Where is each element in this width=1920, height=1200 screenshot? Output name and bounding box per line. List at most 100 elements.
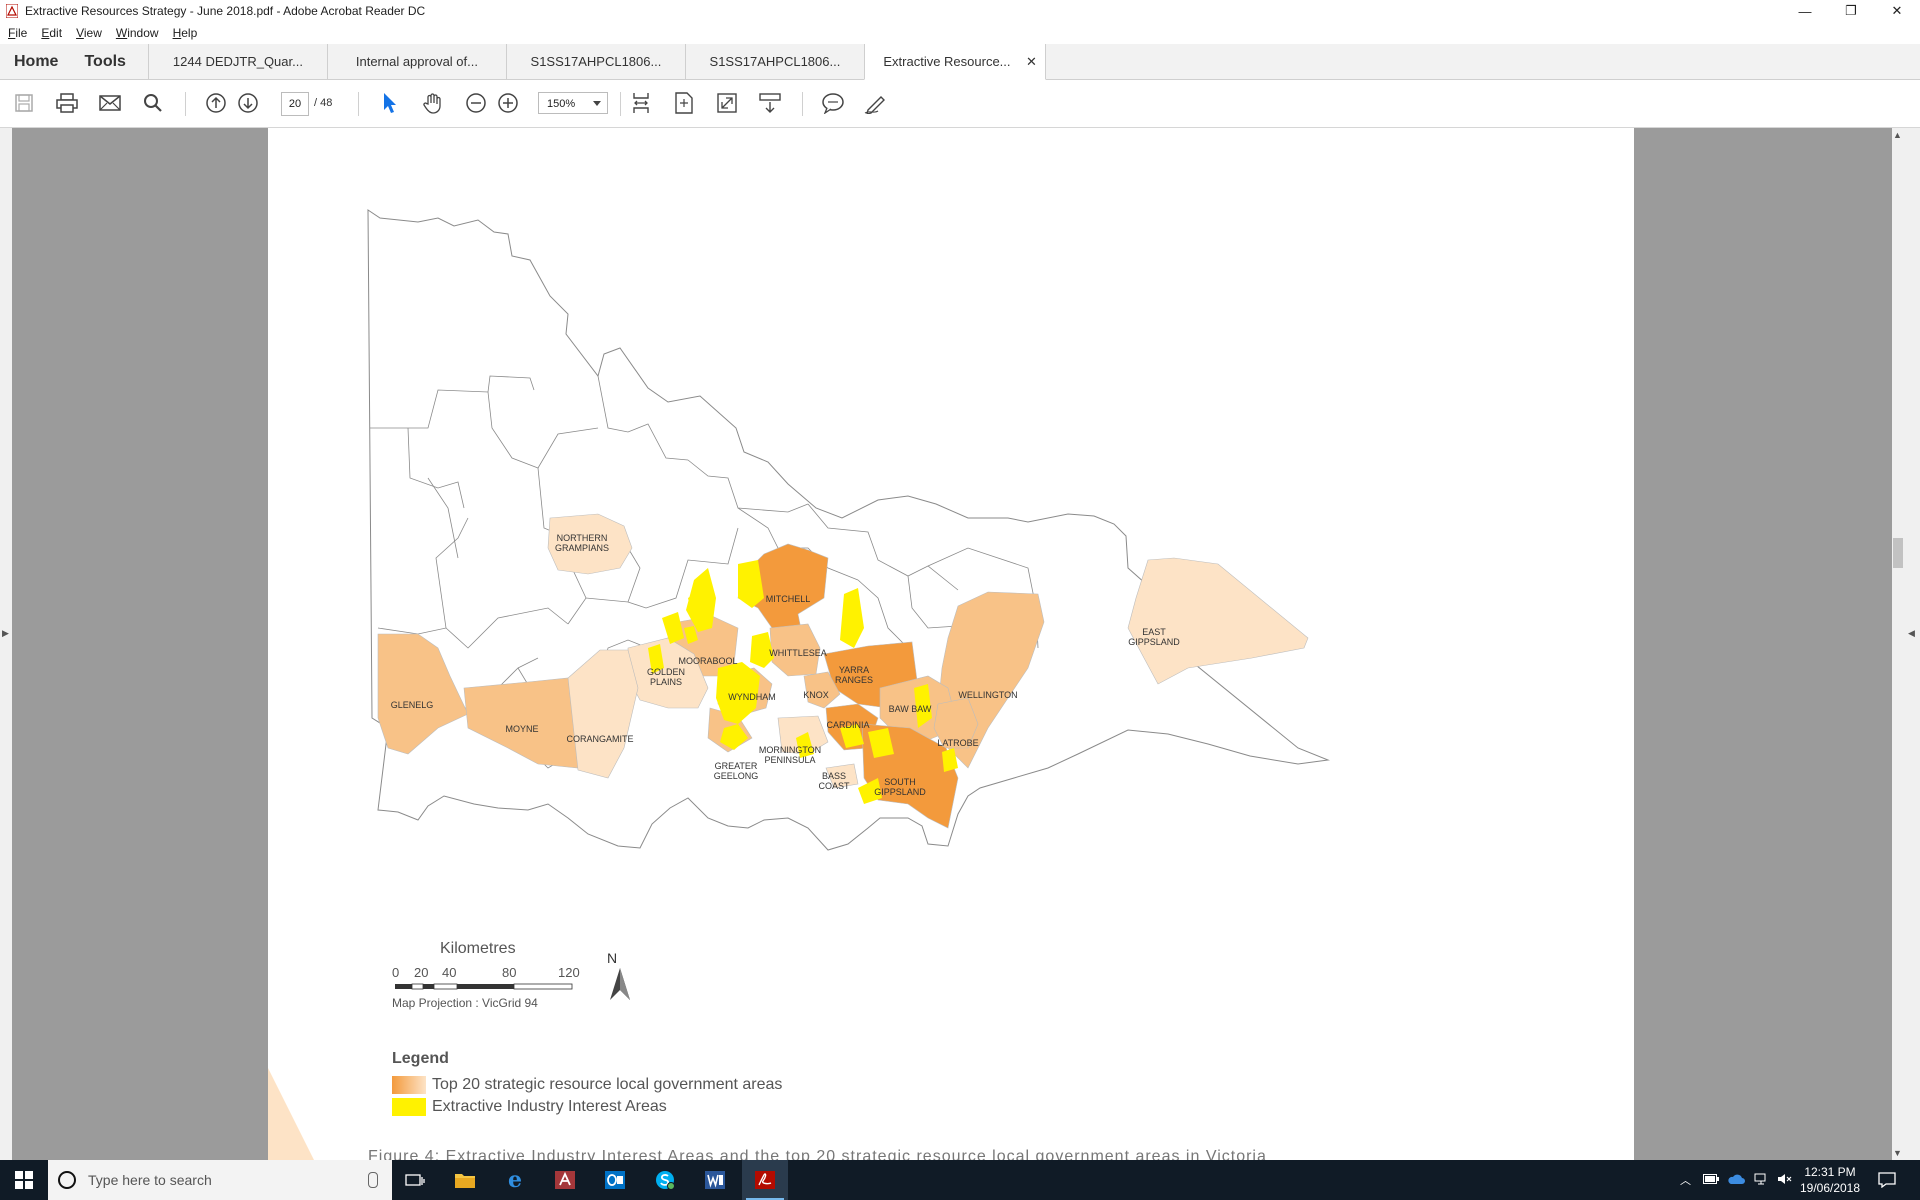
zoom-in-icon[interactable]	[496, 91, 520, 115]
scroll-mode-icon[interactable]	[758, 91, 782, 115]
select-cursor-icon[interactable]	[378, 91, 402, 115]
document-tab[interactable]: Internal approval of...	[326, 44, 506, 79]
tab-tools[interactable]: Tools	[70, 44, 147, 79]
lga-label: YARRA RANGES	[835, 665, 873, 685]
scale-tick-label: 0	[392, 965, 400, 980]
lga-label-line: MITCHELL	[766, 594, 811, 604]
close-tab-icon[interactable]: ✕	[1026, 54, 1037, 70]
task-view-icon[interactable]	[392, 1160, 438, 1200]
chevron-left-icon: ◀	[1908, 628, 1915, 638]
lga-label: WHITTLESEA	[769, 648, 827, 658]
lga-label: WYNDHAM	[728, 692, 776, 702]
file-explorer-icon[interactable]	[442, 1160, 488, 1200]
page-up-icon[interactable]	[204, 91, 228, 115]
page-down-icon[interactable]	[236, 91, 260, 115]
lga-label-line: EAST	[1142, 627, 1166, 637]
search-icon[interactable]	[141, 91, 165, 115]
document-tab-label: 1244 DEDJTR_Quar...	[172, 54, 303, 69]
word-icon[interactable]	[692, 1160, 738, 1200]
north-label: N	[607, 950, 618, 966]
document-tab[interactable]: S1SS17AHPCL1806...	[684, 44, 864, 79]
network-icon[interactable]	[1753, 1172, 1769, 1189]
lga-label: GREATER GEELONG	[714, 761, 759, 781]
document-tab-label: S1SS17AHPCL1806...	[530, 54, 662, 69]
menu-edit[interactable]: Edit	[33, 26, 68, 40]
clock-date: 19/06/2018	[1799, 1181, 1861, 1195]
microphone-icon[interactable]	[368, 1172, 378, 1188]
notifications-icon[interactable]	[1864, 1160, 1910, 1200]
toolbar-separator	[620, 92, 621, 116]
lga-label-line: GIPPSLAND	[874, 787, 926, 797]
menu-window[interactable]: Window	[108, 26, 165, 40]
lga-label-line: RANGES	[835, 675, 873, 685]
menu-view[interactable]: View	[68, 26, 108, 40]
save-icon[interactable]	[12, 91, 36, 115]
menu-bar: File Edit View Window Help	[0, 22, 1920, 45]
close-window-button[interactable]: ✕	[1874, 0, 1920, 22]
lga-label-line: GOLDEN	[647, 667, 685, 677]
access-icon[interactable]	[542, 1160, 588, 1200]
legend-label: Top 20 strategic resource local governme…	[432, 1076, 783, 1093]
legend-swatch-interest	[392, 1098, 426, 1116]
page-number-input[interactable]: 20	[281, 92, 309, 116]
comment-icon[interactable]	[821, 91, 845, 115]
menu-help[interactable]: Help	[165, 26, 204, 40]
scale-tick-label: 20	[414, 965, 429, 980]
right-panel-toggle[interactable]: ◀	[1904, 128, 1920, 1160]
vertical-scrollbar[interactable]: ▲ ▼	[1892, 128, 1904, 1160]
lga-label: BASS COAST	[818, 771, 850, 791]
start-button[interactable]	[0, 1160, 48, 1200]
zoom-out-icon[interactable]	[464, 91, 488, 115]
skype-icon[interactable]	[642, 1160, 688, 1200]
scale-tick-label: 80	[502, 965, 517, 980]
battery-icon[interactable]	[1703, 1173, 1719, 1187]
lga-label-line: MOYNE	[505, 724, 538, 734]
hand-icon[interactable]	[421, 91, 445, 115]
fit-page-icon[interactable]	[672, 91, 696, 115]
chevron-up-icon[interactable]: ︿	[1680, 1172, 1691, 1188]
taskbar-search[interactable]: Type here to search	[48, 1160, 392, 1200]
lga-label-line: PENINSULA	[764, 755, 815, 765]
sign-icon[interactable]	[864, 91, 888, 115]
document-viewport[interactable]: ▶ NORTHERN GRAMPIANS MITCHELL EAST GIPPSLAND…	[0, 128, 1920, 1160]
lga-label-line: MOORABOOL	[678, 656, 737, 666]
restore-button[interactable]: ❐	[1828, 0, 1874, 22]
lga-label: BAW BAW	[889, 704, 932, 714]
lga-label-line: SOUTH	[884, 777, 916, 787]
document-tab[interactable]: S1SS17AHPCL1806...	[505, 44, 685, 79]
edge-icon[interactable]: e	[492, 1160, 538, 1200]
lga-label: MOYNE	[505, 724, 538, 734]
print-icon[interactable]	[55, 91, 79, 115]
minimize-button[interactable]: —	[1782, 0, 1828, 22]
document-tab[interactable]: 1244 DEDJTR_Quar...	[147, 44, 327, 79]
zoom-dropdown[interactable]: 150%	[538, 92, 608, 114]
scroll-down-icon[interactable]: ▼	[1893, 1148, 1902, 1158]
zoom-value: 150%	[547, 98, 576, 110]
lga-label: GOLDEN PLAINS	[647, 667, 685, 687]
lga-label: MORNINGTON PENINSULA	[759, 745, 821, 765]
outlook-icon[interactable]	[592, 1160, 638, 1200]
fit-width-icon[interactable]	[629, 91, 653, 115]
legend-title: Legend	[392, 1050, 449, 1067]
tab-home[interactable]: Home	[0, 44, 70, 79]
email-icon[interactable]	[98, 91, 122, 115]
window-title: Extractive Resources Strategy - June 201…	[25, 4, 426, 18]
taskbar-clock[interactable]: 12:31 PM 19/06/2018	[1790, 1164, 1870, 1196]
lga-label: WELLINGTON	[958, 690, 1017, 700]
onedrive-icon[interactable]	[1727, 1173, 1745, 1188]
menu-file[interactable]: File	[0, 26, 33, 40]
system-tray: ︿	[1680, 1160, 1801, 1200]
scrollbar-thumb[interactable]	[1893, 538, 1903, 568]
scale-bar	[395, 983, 573, 990]
legend-swatch-strategic	[392, 1076, 426, 1094]
left-panel-toggle[interactable]: ▶	[0, 128, 12, 1160]
toolbar-separator	[185, 92, 186, 116]
acrobat-icon[interactable]	[742, 1160, 788, 1200]
search-icon	[58, 1171, 76, 1189]
lga-label: MOORABOOL	[678, 656, 737, 666]
scroll-up-icon[interactable]: ▲	[1893, 130, 1902, 140]
figure-caption: Figure 4: Extractive Industry Interest A…	[368, 1148, 1267, 1160]
full-screen-icon[interactable]	[715, 91, 739, 115]
document-tab-active[interactable]: Extractive Resource... ✕	[863, 44, 1046, 80]
lga-label-line: BASS	[822, 771, 846, 781]
